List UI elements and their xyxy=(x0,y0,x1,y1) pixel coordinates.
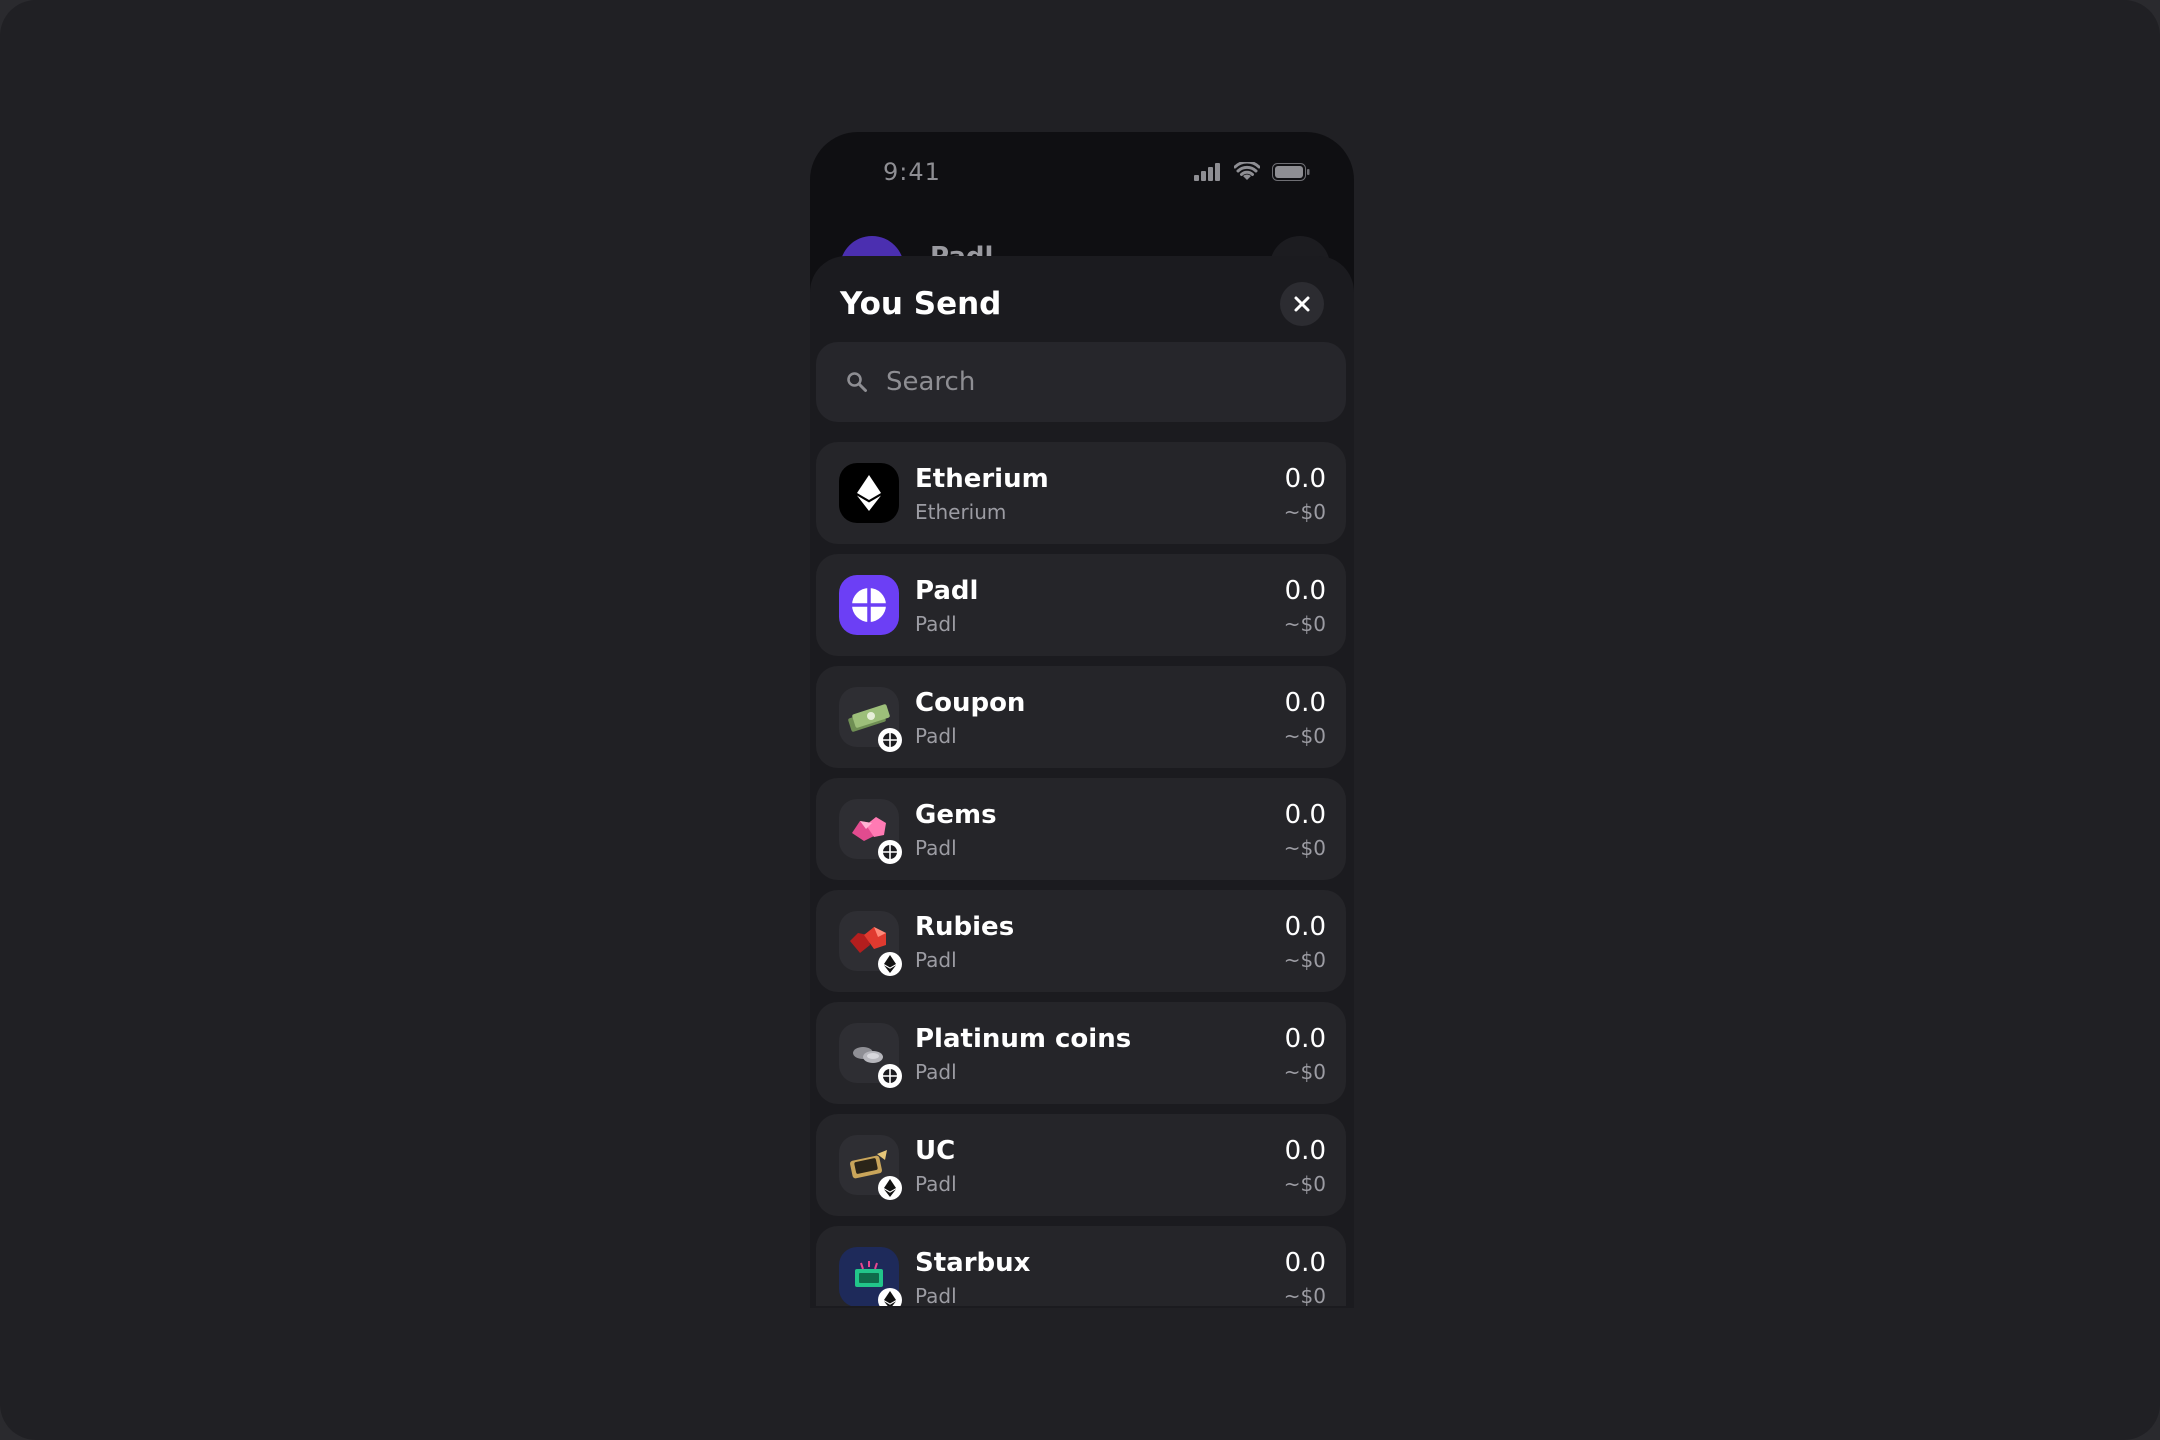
padl-badge-icon xyxy=(878,1064,902,1088)
status-time: 9:41 xyxy=(883,158,941,186)
token-name: UC xyxy=(915,1136,956,1166)
token-usd-value: ~$0 xyxy=(1283,1172,1326,1196)
token-balance: 0.0 xyxy=(1284,912,1326,942)
token-usd-value: ~$0 xyxy=(1283,836,1326,860)
ethereum-badge-icon xyxy=(878,952,902,976)
token-name: Rubies xyxy=(915,912,1015,942)
cellular-signal-icon xyxy=(1194,163,1222,185)
battery-icon xyxy=(1272,163,1310,185)
token-row-etherium[interactable]: Etherium Etherium 0.0 ~$0 xyxy=(816,442,1346,544)
wifi-icon xyxy=(1233,160,1261,186)
sheet-title: You Send xyxy=(840,286,1002,322)
token-network: Padl xyxy=(915,948,957,972)
token-balance: 0.0 xyxy=(1284,464,1326,494)
token-network: Etherium xyxy=(915,500,1007,524)
search-bar[interactable] xyxy=(816,342,1346,422)
ethereum-badge-icon xyxy=(878,1288,902,1306)
token-usd-value: ~$0 xyxy=(1283,500,1326,524)
token-network: Padl xyxy=(915,1284,957,1306)
token-row-uc[interactable]: UC Padl 0.0 ~$0 xyxy=(816,1114,1346,1216)
search-icon xyxy=(844,369,870,395)
padl-icon xyxy=(839,575,899,635)
close-button[interactable] xyxy=(1280,282,1324,326)
token-name: Padl xyxy=(915,576,979,606)
token-row-rubies[interactable]: Rubies Padl 0.0 ~$0 xyxy=(816,890,1346,992)
token-network: Padl xyxy=(915,612,957,636)
token-name: Gems xyxy=(915,800,997,830)
token-network: Padl xyxy=(915,724,957,748)
close-icon xyxy=(1294,296,1310,312)
token-network: Padl xyxy=(915,1172,957,1196)
token-balance: 0.0 xyxy=(1284,800,1326,830)
token-usd-value: ~$0 xyxy=(1283,1284,1326,1306)
token-row-coupon[interactable]: Coupon Padl 0.0 ~$0 xyxy=(816,666,1346,768)
padl-badge-icon xyxy=(878,728,902,752)
token-network: Padl xyxy=(915,1060,957,1084)
token-row-padl[interactable]: Padl Padl 0.0 ~$0 xyxy=(816,554,1346,656)
token-network: Padl xyxy=(915,836,957,860)
token-name: Starbux xyxy=(915,1248,1031,1278)
status-bar: 9:41 xyxy=(810,132,1354,212)
token-usd-value: ~$0 xyxy=(1283,612,1326,636)
token-balance: 0.0 xyxy=(1284,576,1326,606)
ethereum-icon xyxy=(839,463,899,523)
token-list: Etherium Etherium 0.0 ~$0 Padl Padl 0.0 … xyxy=(816,442,1348,1306)
token-row-gems[interactable]: Gems Padl 0.0 ~$0 xyxy=(816,778,1346,880)
token-row-starbux[interactable]: Starbux Padl 0.0 ~$0 xyxy=(816,1226,1346,1306)
ethereum-badge-icon xyxy=(878,1176,902,1200)
token-balance: 0.0 xyxy=(1284,1024,1326,1054)
token-balance: 0.0 xyxy=(1284,1248,1326,1278)
token-balance: 0.0 xyxy=(1284,1136,1326,1166)
token-balance: 0.0 xyxy=(1284,688,1326,718)
token-name: Platinum coins xyxy=(915,1024,1132,1054)
token-name: Coupon xyxy=(915,688,1026,718)
app-canvas: 9:41 You Send Search Etherium Etherium 0… xyxy=(0,0,2160,1440)
search-input[interactable] xyxy=(884,366,1328,398)
token-select-sheet: You Send Search Etherium Etherium 0.0 ~$… xyxy=(810,256,1354,1308)
token-name: Etherium xyxy=(915,464,1049,494)
status-icons xyxy=(1194,160,1310,186)
padl-badge-icon xyxy=(878,840,902,864)
token-row-platinum-coins[interactable]: Platinum coins Padl 0.0 ~$0 xyxy=(816,1002,1346,1104)
phone-screen: 9:41 You Send Search Etherium Etherium 0… xyxy=(810,132,1354,1308)
token-usd-value: ~$0 xyxy=(1283,1060,1326,1084)
token-usd-value: ~$0 xyxy=(1283,724,1326,748)
token-usd-value: ~$0 xyxy=(1283,948,1326,972)
